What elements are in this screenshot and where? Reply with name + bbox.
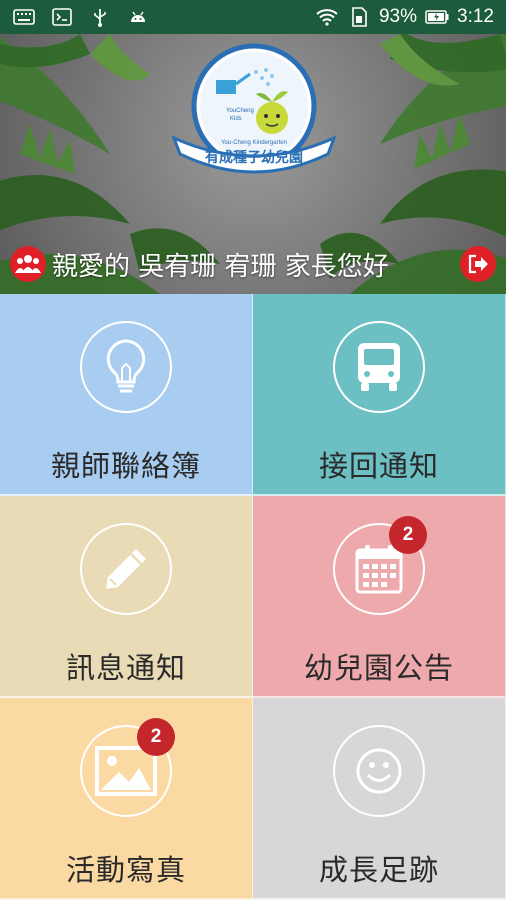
menu-tile-messages[interactable]: 訊息通知 (0, 496, 253, 698)
clock: 3:12 (457, 6, 494, 27)
tile-label: 接回通知 (318, 449, 439, 483)
tile-label: 訊息通知 (65, 651, 186, 685)
battery-percentage: 93% (378, 6, 418, 27)
logo-sub-text: You-Cheng Kindergarten (221, 140, 287, 146)
logo-text-1: YouCheng (226, 108, 254, 114)
status-bar: 93% 3:12 (0, 0, 506, 34)
tile-label: 成長足跡 (318, 853, 439, 887)
logo-text-2: Kids (230, 116, 242, 122)
notification-badge: 2 (389, 516, 427, 554)
bus-icon (333, 321, 425, 413)
battery-icon (425, 7, 449, 27)
kindergarten-logo: YouCheng Kids 有成種子幼兒園 You-Cheng Kinderga… (168, 42, 340, 192)
android-icon (126, 7, 150, 27)
logo-banner-text: 有成種子幼兒園 (205, 149, 303, 166)
greeting-bar: 親愛的 吳宥珊 宥珊 家長您好 (0, 240, 506, 288)
parents-icon (10, 246, 46, 282)
menu-tile-activity-photos[interactable]: 2 活動寫真 (0, 698, 253, 900)
menu-tile-growth-record[interactable]: 成長足跡 (253, 698, 506, 900)
tile-label: 幼兒園公告 (303, 651, 454, 685)
tile-label: 親師聯絡簿 (50, 449, 201, 483)
usb-icon (88, 7, 112, 27)
sim-icon (347, 7, 371, 27)
notification-badge: 2 (137, 718, 175, 756)
header-banner: YouCheng Kids 有成種子幼兒園 You-Cheng Kinderga… (0, 34, 506, 294)
wifi-icon (315, 7, 339, 27)
lightbulb-icon (80, 321, 172, 413)
menu-tile-announcements[interactable]: 2 幼兒園公告 (253, 496, 506, 698)
logout-icon[interactable] (460, 246, 496, 282)
tile-label: 活動寫真 (65, 853, 186, 887)
smiley-icon (333, 725, 425, 817)
menu-grid: 親師聯絡簿 接回通知 訊息通知 2 幼兒園公告 2 活動寫真 成長足跡 (0, 294, 506, 900)
menu-tile-contact-book[interactable]: 親師聯絡簿 (0, 294, 253, 496)
keyboard-icon (12, 7, 36, 27)
terminal-icon (50, 7, 74, 27)
greeting-text: 親愛的 吳宥珊 宥珊 家長您好 (52, 251, 389, 282)
menu-tile-pickup-notice[interactable]: 接回通知 (253, 294, 506, 496)
pencil-icon (80, 523, 172, 615)
